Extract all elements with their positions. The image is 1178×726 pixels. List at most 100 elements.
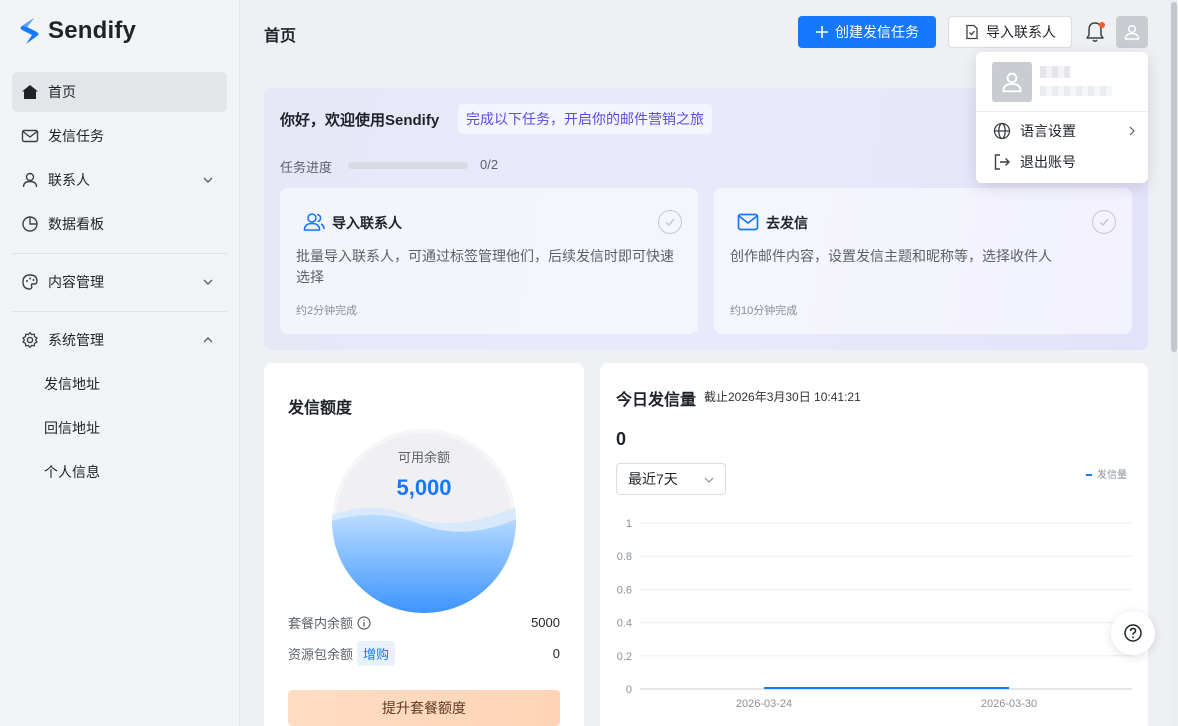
create-send-task-label: 创建发信任务: [835, 24, 919, 40]
nav-divider: [12, 311, 227, 312]
nav-divider: [12, 253, 227, 254]
page-scrollbar-thumb[interactable]: [1171, 2, 1177, 352]
logout-item[interactable]: 退出账号: [992, 150, 1138, 174]
today-timestamp: 截止2026年3月30日 10:41:21: [704, 390, 861, 404]
plus-icon: [816, 26, 828, 38]
user-dropdown-menu: 语言设置 退出账号: [976, 52, 1148, 183]
language-settings-item[interactable]: 语言设置: [992, 119, 1138, 143]
sidebar-subitem-sender-address[interactable]: 发信地址: [12, 364, 227, 404]
avatar: [992, 62, 1032, 102]
logout-label: 退出账号: [1020, 154, 1076, 170]
sidebar-item-contacts[interactable]: 联系人: [12, 160, 227, 200]
redacted-username: [1040, 66, 1070, 78]
legend-swatch: [1086, 474, 1092, 476]
avatar-button[interactable]: [1116, 16, 1148, 48]
task-card-import-contacts[interactable]: 导入联系人 批量导入联系人，可通过标签管理他们，后续发信时即可快速选择 约2分钟…: [280, 188, 698, 334]
user-icon: [20, 170, 40, 190]
welcome-title: 你好，欢迎使用Sendify: [280, 112, 440, 129]
chevron-down-icon: [203, 177, 213, 183]
page-title: 首页: [264, 28, 297, 45]
create-send-task-button[interactable]: 创建发信任务: [798, 16, 936, 48]
sidebar-subitem-reply-address[interactable]: 回信地址: [12, 408, 227, 448]
pie-chart-icon: [20, 214, 40, 234]
sidebar: Sendify 首页 发信任务 联系人 数据看板 内容管理 系统管理 发信地址 …: [0, 0, 240, 726]
pack-balance-row: 资源包余额 增购 0: [288, 641, 560, 666]
import-contacts-label: 导入联系人: [986, 24, 1056, 40]
gear-icon: [20, 330, 40, 350]
task-description: 批量导入联系人，可通过标签管理他们，后续发信时即可快速选择: [296, 248, 674, 285]
sendify-logo-icon: [20, 18, 39, 44]
send-volume-chart: 1 0.8 0.6 0.4 0.2 0 2026-03-24 2026-03-30 发信量: [617, 468, 1132, 710]
task-title: 导入联系人: [332, 215, 402, 231]
pack-balance-label: 资源包余额: [288, 647, 354, 662]
brand-name: Sendify: [48, 17, 137, 44]
sidebar-item-label: 内容管理: [48, 274, 104, 290]
range-select-value: 最近7天: [628, 471, 678, 487]
language-settings-label: 语言设置: [1020, 123, 1076, 139]
range-select[interactable]: 最近7天: [616, 463, 726, 495]
y-tick-label: 0: [626, 684, 632, 696]
plan-balance-row: 套餐内余额 5000: [288, 613, 560, 632]
task-progress-bar: [348, 162, 468, 169]
upgrade-plan-button[interactable]: 提升套餐额度: [288, 690, 560, 726]
y-tick-label: 0.4: [617, 618, 632, 630]
dropdown-divider: [976, 111, 1148, 112]
plan-balance-label: 套餐内余额: [288, 616, 354, 631]
today-title: 今日发信量: [616, 392, 697, 409]
envelope-icon: [737, 213, 759, 231]
buy-more-button[interactable]: 增购: [357, 641, 396, 666]
import-file-icon: [966, 24, 978, 40]
task-title: 去发信: [766, 215, 808, 231]
task-progress-label: 任务进度: [280, 160, 333, 175]
notification-dot: [1099, 22, 1105, 28]
help-button[interactable]: [1111, 611, 1155, 655]
task-card-send[interactable]: 去发信 创作邮件内容，设置发信主题和昵称等，选择收件人 约10分钟完成: [714, 188, 1132, 334]
available-balance-label: 可用余额: [397, 450, 450, 465]
pack-balance-value: 0: [552, 646, 560, 661]
sidebar-item-label: 系统管理: [48, 332, 104, 348]
import-contacts-button[interactable]: 导入联系人: [948, 16, 1072, 48]
users-icon: [303, 213, 325, 231]
quota-card: 发信额度 可用余额 5,000 套餐内余额 5000 资源包余额 增购 0 提升套…: [264, 363, 584, 726]
logo[interactable]: Sendify: [18, 16, 136, 46]
sidebar-item-content[interactable]: 内容管理: [12, 262, 227, 302]
sidebar-item-system[interactable]: 系统管理: [12, 320, 227, 360]
info-icon[interactable]: [357, 616, 371, 630]
palette-icon: [20, 272, 40, 292]
user-avatar-icon: [1002, 72, 1022, 93]
sidebar-subitem-profile[interactable]: 个人信息: [12, 452, 227, 492]
home-icon: [20, 82, 40, 102]
task-progress-count: 0/2: [480, 157, 499, 172]
sidebar-item-dashboard[interactable]: 数据看板: [12, 204, 227, 244]
y-tick-label: 0.8: [617, 551, 632, 563]
plan-balance-value: 5000: [531, 615, 560, 630]
welcome-tag: 完成以下任务，开启你的邮件营销之旅: [458, 104, 712, 134]
sidebar-item-label: 首页: [48, 84, 76, 100]
today-count: 0: [616, 429, 627, 449]
available-balance-value: 5,000: [396, 475, 452, 500]
y-tick-label: 1: [626, 518, 632, 530]
quota-title: 发信额度: [288, 400, 353, 417]
mail-icon: [20, 126, 40, 146]
chevron-down-icon: [704, 477, 714, 483]
y-tick-label: 0.6: [617, 584, 632, 596]
task-description: 创作邮件内容，设置发信主题和昵称等，选择收件人: [730, 248, 1052, 264]
x-tick-label: 2026-03-24: [736, 698, 792, 710]
sidebar-item-label: 数据看板: [48, 216, 104, 232]
chevron-right-icon: [1129, 126, 1135, 136]
y-tick-label: 0.2: [617, 651, 632, 663]
question-icon: [1124, 624, 1142, 642]
task-time: 约2分钟完成: [296, 305, 358, 317]
notification-button[interactable]: [1084, 20, 1106, 44]
x-tick-label: 2026-03-30: [981, 698, 1037, 710]
task-check-icon: [1092, 210, 1116, 234]
user-avatar-icon: [1124, 25, 1140, 40]
sidebar-item-send-tasks[interactable]: 发信任务: [12, 116, 227, 156]
today-send-card: 今日发信量 截止2026年3月30日 10:41:21 0 最近7天 1 0.8 0…: [600, 363, 1148, 726]
logout-icon: [994, 154, 1010, 170]
globe-icon: [993, 122, 1011, 140]
sidebar-item-label: 发信任务: [48, 128, 104, 144]
sidebar-item-home[interactable]: 首页: [12, 72, 227, 112]
task-time: 约10分钟完成: [730, 305, 798, 317]
redacted-email: [1040, 86, 1112, 96]
